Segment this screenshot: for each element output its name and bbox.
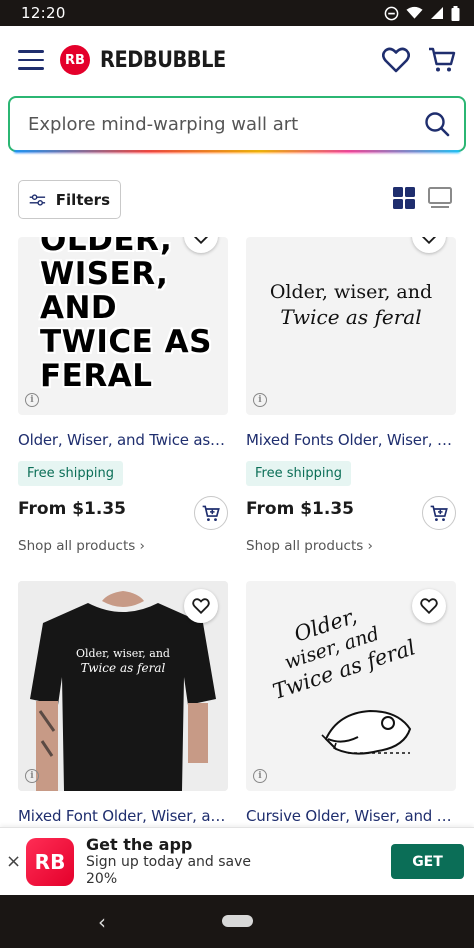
search-icon[interactable] [424,111,450,137]
filters-label: Filters [55,190,110,209]
wifi-icon [406,6,423,19]
get-app-button[interactable]: GET [391,844,464,879]
info-icon[interactable]: i [25,769,39,783]
close-icon[interactable]: × [6,851,21,872]
sticker-text-line: TWICE AS [40,324,212,360]
add-to-cart-button[interactable] [422,496,456,530]
logo-text[interactable]: REDBUBBLE [100,48,226,73]
logo-icon[interactable]: RB [60,45,90,75]
sticker-art: OLDER, WISER, AND TWICE AS FERAL [40,237,212,393]
banner-title: Get the app [86,835,193,854]
product-title[interactable]: Mixed Fonts Older, Wiser, a... [246,431,456,449]
app-install-banner: × RB Get the app Sign up today and save … [0,827,474,895]
sticker-text-line: WISER, [40,256,169,292]
sticker-text-line: AND [40,290,118,326]
home-pill-icon[interactable] [222,915,253,927]
favorite-button[interactable] [412,237,446,253]
favorite-button[interactable] [412,589,446,623]
cart-icon[interactable] [428,47,456,73]
add-to-cart-icon [202,505,220,521]
list-view-icon[interactable] [428,186,452,210]
favorite-button[interactable] [184,589,218,623]
view-toggle [392,186,452,210]
heart-icon [192,598,210,614]
product-price: From $1.35 [18,499,126,519]
menu-icon[interactable] [18,50,44,70]
product-title[interactable]: Older, Wiser, and Twice as ... [18,431,228,449]
shop-all-products-link[interactable]: Shop all products › [246,538,456,554]
sliders-icon [29,193,46,206]
info-icon[interactable]: i [25,393,39,407]
opossum-illustration [321,709,412,755]
system-nav-bar: ‹ [0,895,474,948]
status-time: 12:20 [21,4,66,22]
battery-icon [451,5,460,21]
add-to-cart-button[interactable] [194,496,228,530]
app-header: RB REDBUBBLE [0,26,474,94]
signal-icon [431,7,443,19]
shirt-print-script: Twice as feral [80,661,166,675]
app-icon[interactable]: RB [26,837,74,886]
shirt-print-line: Older, wiser, and [76,647,170,660]
product-image[interactable]: OLDER, WISER, AND TWICE AS FERAL i [18,237,228,415]
heart-icon[interactable] [382,47,410,73]
heart-icon [420,598,438,614]
status-icons [384,5,460,21]
do-not-disturb-icon [384,6,399,20]
free-shipping-badge: Free shipping [18,461,123,486]
info-icon[interactable]: i [253,393,267,407]
banner-subtitle: Sign up today and save 20% [86,854,252,887]
filters-button[interactable]: Filters [18,180,121,219]
sticker-text-line: FERAL [40,358,153,394]
product-image[interactable]: Older, wiser, and Twice as feral i [18,581,228,791]
product-image[interactable]: Older, wiser, and Twice as feral i [246,581,456,791]
heart-icon [193,237,209,244]
product-price: From $1.35 [246,499,354,519]
search-input[interactable] [28,113,424,135]
sticker-text-line: Older, wiser, and [269,281,433,303]
product-card[interactable]: OLDER, WISER, AND TWICE AS FERAL i Older… [18,237,228,554]
add-to-cart-icon [430,505,448,521]
heart-icon [421,237,437,244]
back-icon[interactable]: ‹ [98,910,106,934]
shop-all-products-link[interactable]: Shop all products › [18,538,228,554]
product-image[interactable]: Older, wiser, and Twice as feral i [246,237,456,415]
product-card[interactable]: Older, wiser, and Twice as feral i Cursi… [246,581,456,825]
status-bar: 12:20 [0,0,474,26]
product-card[interactable]: Older, wiser, and Twice as feral i Mixed… [18,581,228,825]
free-shipping-badge: Free shipping [246,461,351,486]
sticker-art: Older, wiser, and Twice as feral [270,590,418,704]
sticker-art: Older, wiser, and Twice as feral [246,281,456,329]
search-bar [8,96,466,153]
sticker-script-line: Twice as feral [280,305,422,329]
grid-view-icon[interactable] [392,186,416,210]
product-card[interactable]: Older, wiser, and Twice as feral i Mixed… [246,237,456,554]
shirt-print: Older, wiser, and Twice as feral [18,647,228,675]
info-icon[interactable]: i [253,769,267,783]
product-title[interactable]: Mixed Font Older, Wiser, an... [18,807,228,825]
product-title[interactable]: Cursive Older, Wiser, and T... [246,807,456,825]
